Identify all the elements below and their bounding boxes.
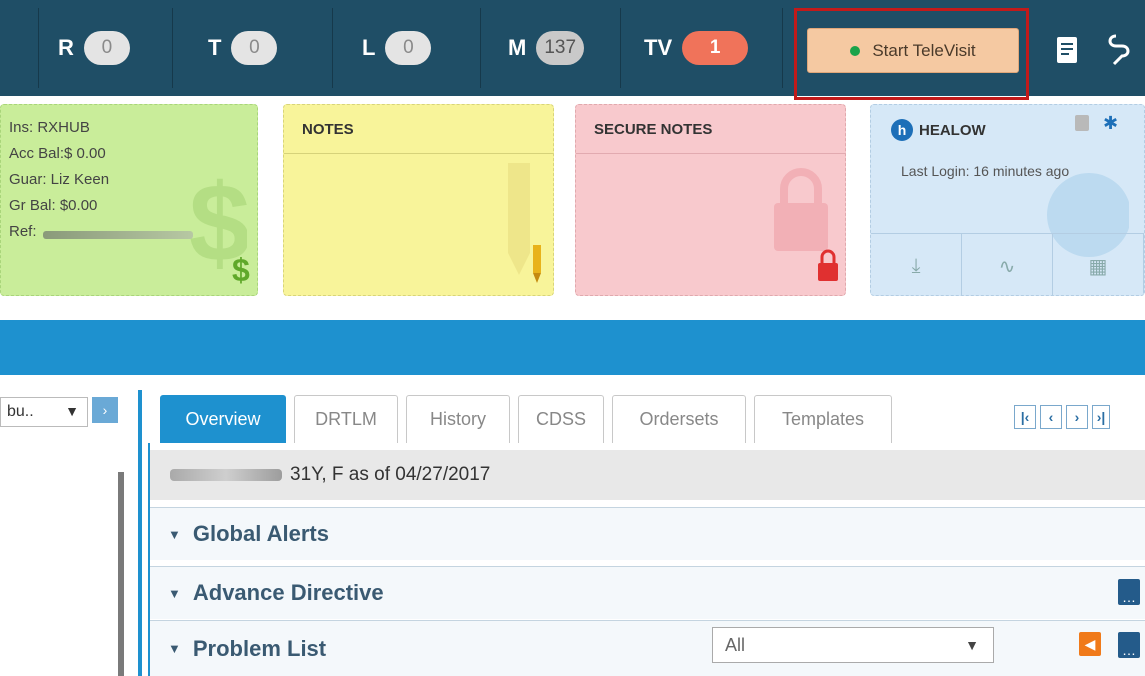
tab-ordersets[interactable]: Ordersets	[612, 395, 746, 443]
section-title: Problem List	[192, 635, 327, 661]
patient-age-sex-date: 31Y, F as of 04/27/2017	[290, 464, 491, 485]
section-banner	[0, 320, 1145, 375]
counter-badge: 137	[536, 31, 585, 65]
dollar-icon: $	[232, 252, 250, 287]
problem-list-filter-select[interactable]: All ▼	[712, 627, 994, 663]
guarantor-balance-text: Gr Bal: $0.00	[9, 197, 98, 214]
counter-tv[interactable]: TV 1	[644, 28, 749, 68]
section-title: Advance Directive	[192, 580, 384, 605]
left-filter-select[interactable]: bu.. ▼	[0, 397, 88, 427]
toolbar-separator	[480, 8, 481, 88]
section-problem-list[interactable]: ▼ Problem List	[150, 620, 1145, 676]
status-dot-icon	[850, 45, 861, 56]
secure-notes-divider	[576, 153, 845, 154]
left-filter-value: bu..	[7, 403, 34, 420]
counter-badge: 0	[83, 31, 130, 65]
panel-divider	[138, 390, 142, 676]
referral-text: Ref:	[9, 223, 37, 240]
counter-l[interactable]: L 0	[362, 28, 432, 68]
first-page-button[interactable]: |‹	[1014, 405, 1036, 429]
collapse-arrow-icon: ▼	[168, 585, 181, 601]
section-global-alerts[interactable]: ▼ Global Alerts	[150, 507, 1145, 560]
tab-drtlm[interactable]: DRTLM	[294, 395, 398, 443]
toolbar-separator	[38, 8, 39, 88]
toolbar-separator	[332, 8, 333, 88]
tab-overview[interactable]: Overview	[160, 395, 286, 443]
account-balance-text: Acc Bal:$ 0.00	[9, 145, 106, 162]
previous-page-button[interactable]: ‹	[1040, 405, 1062, 429]
counter-m[interactable]: M 137	[508, 28, 585, 68]
toolbar-separator	[782, 8, 783, 88]
last-page-button[interactable]: ›|	[1092, 405, 1110, 429]
counter-label: L	[362, 35, 376, 60]
caret-down-icon: ▼	[65, 403, 79, 419]
healow-title: HEALOW	[919, 122, 986, 139]
counter-badge: 0	[231, 31, 278, 65]
tab-cdss[interactable]: CDSS	[518, 395, 604, 443]
counter-badge: 0	[385, 31, 432, 65]
caret-down-icon: ▼	[965, 637, 979, 653]
pencil-icon	[533, 245, 541, 283]
section-advance-directive[interactable]: ▼ Advance Directive	[150, 566, 1145, 619]
financial-card[interactable]: $ Ins: RXHUB Acc Bal:$ 0.00 Guar: Liz Ke…	[0, 104, 258, 296]
back-arrow-button[interactable]: ◀	[1079, 632, 1101, 656]
collapse-arrow-icon: ▼	[168, 641, 181, 656]
healow-card[interactable]: h HEALOW ✱ Last Login: 16 minutes ago ⤓ …	[870, 104, 1145, 296]
expand-arrow-button[interactable]: ›	[92, 397, 118, 423]
notes-title: NOTES	[302, 121, 354, 138]
section-title: Global Alerts	[192, 521, 329, 546]
lock-icon	[818, 249, 838, 281]
advance-directive-more-button[interactable]: …	[1118, 579, 1140, 605]
toolbar-separator	[620, 8, 621, 88]
start-televisit-button[interactable]: Start TeleVisit	[807, 28, 1019, 73]
calendar-icon[interactable]: ▦	[1053, 234, 1144, 295]
counter-label: T	[208, 35, 222, 60]
link-icon[interactable]	[1102, 30, 1136, 70]
secure-notes-title: SECURE NOTES	[594, 121, 713, 138]
svg-text:$: $	[232, 252, 250, 287]
problem-list-filter-value: All	[725, 634, 746, 655]
counter-label: TV	[644, 35, 673, 60]
healow-logo-icon: h	[891, 119, 913, 141]
trend-icon[interactable]: ∿	[962, 234, 1053, 295]
notes-card[interactable]: NOTES	[283, 104, 554, 296]
download-icon[interactable]: ⤓	[871, 234, 962, 295]
healow-actions: ⤓ ∿ ▦	[871, 233, 1144, 295]
tab-templates[interactable]: Templates	[754, 395, 892, 443]
redacted-referral	[43, 231, 193, 239]
lock-watermark-icon	[774, 168, 828, 251]
patient-summary: 31Y, F as of 04/27/2017	[150, 450, 1145, 500]
televisit-label: Start TeleVisit	[872, 40, 976, 60]
scrollbar[interactable]	[118, 472, 124, 676]
counter-label: R	[58, 35, 74, 60]
problem-list-more-button[interactable]: …	[1118, 632, 1140, 658]
tab-history[interactable]: History	[406, 395, 510, 443]
counter-badge: 1	[682, 31, 749, 65]
collapse-arrow-icon: ▼	[168, 526, 181, 542]
toolbar-separator	[172, 8, 173, 88]
next-page-button[interactable]: ›	[1066, 405, 1088, 429]
guarantor-text: Guar: Liz Keen	[9, 171, 110, 188]
counter-t[interactable]: T 0	[208, 28, 278, 68]
secure-notes-card[interactable]: SECURE NOTES	[575, 104, 846, 296]
gear-icon[interactable]: ✱	[1103, 113, 1118, 134]
insurance-text: Ins: RXHUB	[9, 119, 90, 136]
document-icon[interactable]	[1050, 30, 1084, 70]
counter-label: M	[508, 35, 527, 60]
redacted-patient-name	[170, 469, 282, 481]
notes-divider	[284, 153, 553, 154]
bookmark-icon[interactable]	[1075, 115, 1089, 131]
counter-r[interactable]: R 0	[58, 28, 130, 68]
